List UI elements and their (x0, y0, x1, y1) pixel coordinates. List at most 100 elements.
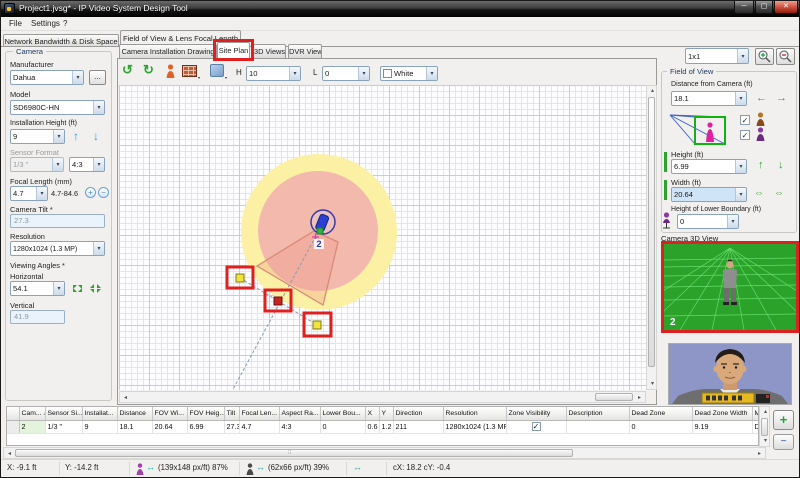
show-person2-checkbox[interactable]: ✓ (740, 130, 750, 140)
zoom-out-button[interactable] (776, 48, 795, 65)
focal-length-select[interactable]: 4.7▾ (10, 186, 48, 201)
column-header[interactable]: Y (379, 407, 393, 420)
table-cell[interactable]: 1280x1024 (1.3 MP (443, 420, 506, 433)
box-tool-icon[interactable] (210, 64, 224, 77)
table-cell[interactable]: 1.2 (379, 420, 393, 433)
table-cell[interactable]: 4:3 (279, 420, 320, 433)
fov-width-widen-icon[interactable]: ⇔ (774, 188, 784, 199)
wall-tool-icon[interactable] (182, 65, 197, 77)
height-up-icon[interactable]: ↑ (73, 129, 79, 143)
scroll-left-icon[interactable]: ◂ (121, 393, 130, 403)
site-plan-canvas[interactable]: 2 (119, 85, 646, 390)
column-header[interactable]: X (365, 407, 379, 420)
column-header[interactable]: Ma... (752, 407, 759, 420)
distance-increase-icon[interactable]: → (776, 92, 787, 104)
box-tool-dropdown-icon[interactable]: ▾ (225, 75, 227, 80)
column-header[interactable]: Tilt (224, 407, 239, 420)
table-cell[interactable]: 20.64 (152, 420, 187, 433)
column-header[interactable]: Sensor Si... (45, 407, 82, 420)
fov-corner-handle-left[interactable] (236, 274, 244, 282)
lower-boundary-select[interactable]: 0▾ (677, 214, 739, 229)
zoom-in-button[interactable] (755, 48, 774, 65)
table-cell[interactable]: Dah (752, 420, 759, 433)
table-cell[interactable]: 211 (393, 420, 443, 433)
column-header[interactable]: Focal Len... (239, 407, 279, 420)
zone-visibility-checkbox[interactable]: ✓ (532, 422, 541, 431)
scroll-down-icon[interactable]: ▾ (761, 436, 770, 446)
table-cell[interactable] (7, 420, 19, 433)
table-cell[interactable]: 27.3 (224, 420, 239, 433)
table-row[interactable]: 21/3 "918.120.646.9927.34.74:300.61.2211… (7, 420, 759, 433)
canvas-vscrollbar[interactable]: ▴ ▾ (646, 85, 657, 390)
table-cell[interactable]: ✓ (506, 420, 566, 433)
rotate-cw-icon[interactable]: ↻ (143, 62, 154, 78)
table-hscroll-thumb[interactable]: ⁞⁞ (15, 449, 573, 457)
add-camera-button[interactable]: + (773, 410, 794, 430)
column-header[interactable]: Distance (117, 407, 152, 420)
column-header[interactable] (7, 407, 19, 420)
camera-3d-view[interactable]: 2 (661, 241, 799, 333)
column-header[interactable]: Zone Visibility (506, 407, 566, 420)
table-cell[interactable]: 0 (629, 420, 692, 433)
maximize-button[interactable]: ▢ (755, 1, 773, 14)
remove-camera-button[interactable]: − (773, 434, 794, 450)
focal-plus-button[interactable]: + (85, 187, 96, 198)
wall-lower-select[interactable]: 0▾ (322, 66, 370, 81)
menu-help[interactable]: ? (59, 18, 71, 29)
table-cell[interactable] (566, 420, 629, 433)
table-vscroll-thumb[interactable] (761, 418, 768, 436)
table-vscrollbar[interactable]: ▴ ▾ (759, 406, 770, 447)
close-button[interactable]: ✕ (774, 1, 798, 14)
table-cell[interactable]: 2 (19, 420, 45, 433)
column-header[interactable]: Direction (393, 407, 443, 420)
height-down-icon[interactable]: ↓ (93, 129, 99, 143)
wall-height-select[interactable]: 10▾ (246, 66, 301, 81)
horizontal-angle-select[interactable]: 54.1▾ (10, 281, 65, 296)
tab-3d-views[interactable]: 3D Views (253, 44, 286, 58)
site-plan-drawing[interactable]: 2 (119, 85, 646, 390)
table-hscrollbar[interactable]: ◂ ⁞⁞ ▸ (3, 447, 766, 459)
menu-file[interactable]: File (5, 18, 26, 29)
fov-height-up-icon[interactable]: ↑ (758, 159, 764, 171)
narrow-angle-icon[interactable] (89, 283, 102, 294)
add-person-icon[interactable] (165, 64, 176, 79)
title-bar[interactable]: Project1.jvsg* - IP Video System Design … (1, 1, 800, 17)
hscroll-thumb[interactable] (595, 393, 633, 401)
tab-dvr-view[interactable]: DVR View (288, 44, 322, 58)
column-header[interactable]: FOV Heig... (187, 407, 224, 420)
column-header[interactable]: Dead Zone Width (692, 407, 752, 420)
camera-table[interactable]: Cam...▵Sensor Si...Installat...DistanceF… (6, 406, 759, 446)
fov-height-select[interactable]: 6.99▾ (671, 159, 747, 174)
wall-tool-dropdown-icon[interactable]: ▾ (198, 75, 200, 80)
fov-width-narrow-icon[interactable]: ⇔ (754, 188, 764, 199)
table-cell[interactable]: 0 (320, 420, 365, 433)
scroll-up-icon[interactable]: ▴ (648, 86, 657, 96)
manufacturer-select[interactable]: Dahua▾ (10, 70, 84, 85)
minimize-button[interactable]: ─ (734, 1, 754, 14)
installation-height-select[interactable]: 9▾ (10, 129, 65, 144)
color-select[interactable]: White▾ (380, 66, 438, 81)
column-header[interactable]: Resolution (443, 407, 506, 420)
canvas-hscrollbar[interactable]: ◂ ▸ (119, 391, 646, 403)
resolution-select[interactable]: 1280x1024 (1.3 MP)▾ (10, 241, 105, 256)
model-select[interactable]: SD6980C-HN▾ (10, 100, 105, 115)
fov-corner-handle-right[interactable] (313, 321, 321, 329)
column-header[interactable]: Installat... (82, 407, 117, 420)
table-cell[interactable]: 9 (82, 420, 117, 433)
tab-camera-installation-drawing[interactable]: Camera Installation Drawing (119, 44, 217, 58)
column-header[interactable]: Aspect Ra... (279, 407, 320, 420)
column-header[interactable]: Lower Bou... (320, 407, 365, 420)
manufacturer-more-button[interactable]: ... (89, 70, 106, 85)
fov-direction-handle[interactable] (274, 297, 282, 305)
column-header[interactable]: FOV Wi... (152, 407, 187, 420)
focal-minus-button[interactable]: − (98, 187, 109, 198)
scroll-up-icon[interactable]: ▴ (761, 407, 770, 417)
rotate-ccw-icon[interactable]: ↺ (122, 62, 133, 78)
fov-height-down-icon[interactable]: ↓ (778, 159, 784, 171)
distance-decrease-icon[interactable]: ← (756, 92, 767, 104)
table-cell[interactable]: 18.1 (117, 420, 152, 433)
scroll-down-icon[interactable]: ▾ (648, 379, 657, 389)
column-header[interactable]: Description (566, 407, 629, 420)
table-cell[interactable]: 0.6 (365, 420, 379, 433)
column-header[interactable]: Cam...▵ (19, 407, 45, 420)
